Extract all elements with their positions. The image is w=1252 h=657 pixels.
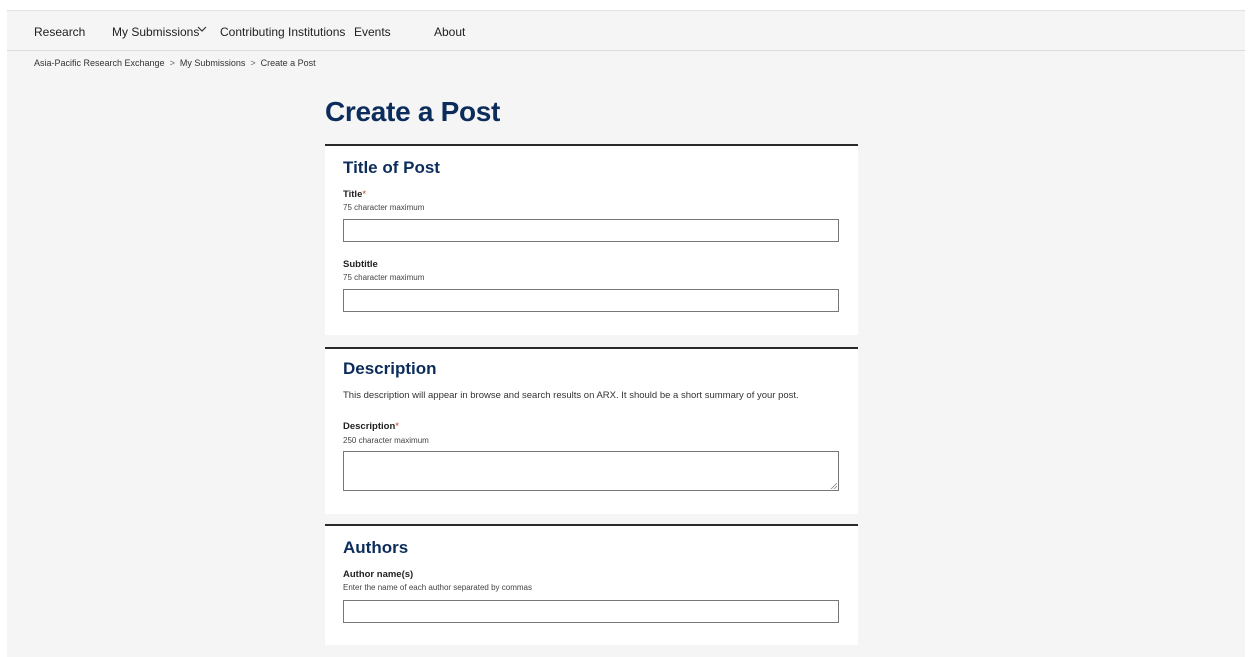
breadcrumb-separator: >: [169, 58, 175, 68]
author-names-hint: Enter the name of each author separated …: [343, 583, 532, 592]
page-title: Create a Post: [325, 96, 501, 127]
top-navigation: Research My Submissions Contributing Ins…: [7, 11, 1245, 51]
description-label: Description*: [343, 421, 399, 432]
required-marker: *: [395, 421, 399, 432]
nav-contributing-institutions[interactable]: Contributing Institutions: [220, 25, 345, 39]
breadcrumb: Asia-Pacific Research Exchange > My Subm…: [34, 58, 316, 68]
subtitle-input[interactable]: [343, 289, 839, 312]
nav-about[interactable]: About: [434, 25, 465, 39]
breadcrumb-separator: >: [250, 58, 256, 68]
section-heading: Title of Post: [343, 158, 440, 177]
subtitle-hint: 75 character maximum: [343, 273, 425, 282]
section-heading: Authors: [343, 538, 409, 557]
breadcrumb-item-my-submissions[interactable]: My Submissions: [180, 58, 246, 68]
description-textarea[interactable]: [343, 451, 839, 491]
description-label-text: Description: [343, 421, 396, 432]
breadcrumb-item-home[interactable]: Asia-Pacific Research Exchange: [34, 58, 165, 68]
resize-handle-icon[interactable]: [830, 482, 837, 489]
chevron-down-icon[interactable]: [196, 23, 208, 35]
description-help-text: This description will appear in browse a…: [343, 390, 799, 401]
title-of-post-section: Title of Post Title* 75 character maximu…: [325, 144, 858, 335]
description-section: Description This description will appear…: [325, 347, 858, 514]
title-hint: 75 character maximum: [343, 203, 425, 212]
nav-events[interactable]: Events: [354, 25, 391, 39]
description-hint: 250 character maximum: [343, 436, 429, 445]
title-input[interactable]: [343, 219, 839, 242]
subtitle-label: Subtitle: [343, 259, 378, 270]
author-names-input[interactable]: [343, 600, 839, 623]
authors-section: Authors Author name(s) Enter the name of…: [325, 524, 858, 645]
nav-my-submissions[interactable]: My Submissions: [112, 25, 199, 39]
nav-research[interactable]: Research: [34, 25, 85, 39]
section-heading: Description: [343, 359, 437, 378]
title-label-text: Title: [343, 189, 363, 200]
required-marker: *: [362, 189, 367, 200]
page-background: Research My Submissions Contributing Ins…: [7, 10, 1245, 657]
author-names-label: Author name(s): [343, 569, 414, 580]
title-label: Title*: [343, 189, 366, 200]
breadcrumb-item-current: Create a Post: [260, 58, 316, 68]
